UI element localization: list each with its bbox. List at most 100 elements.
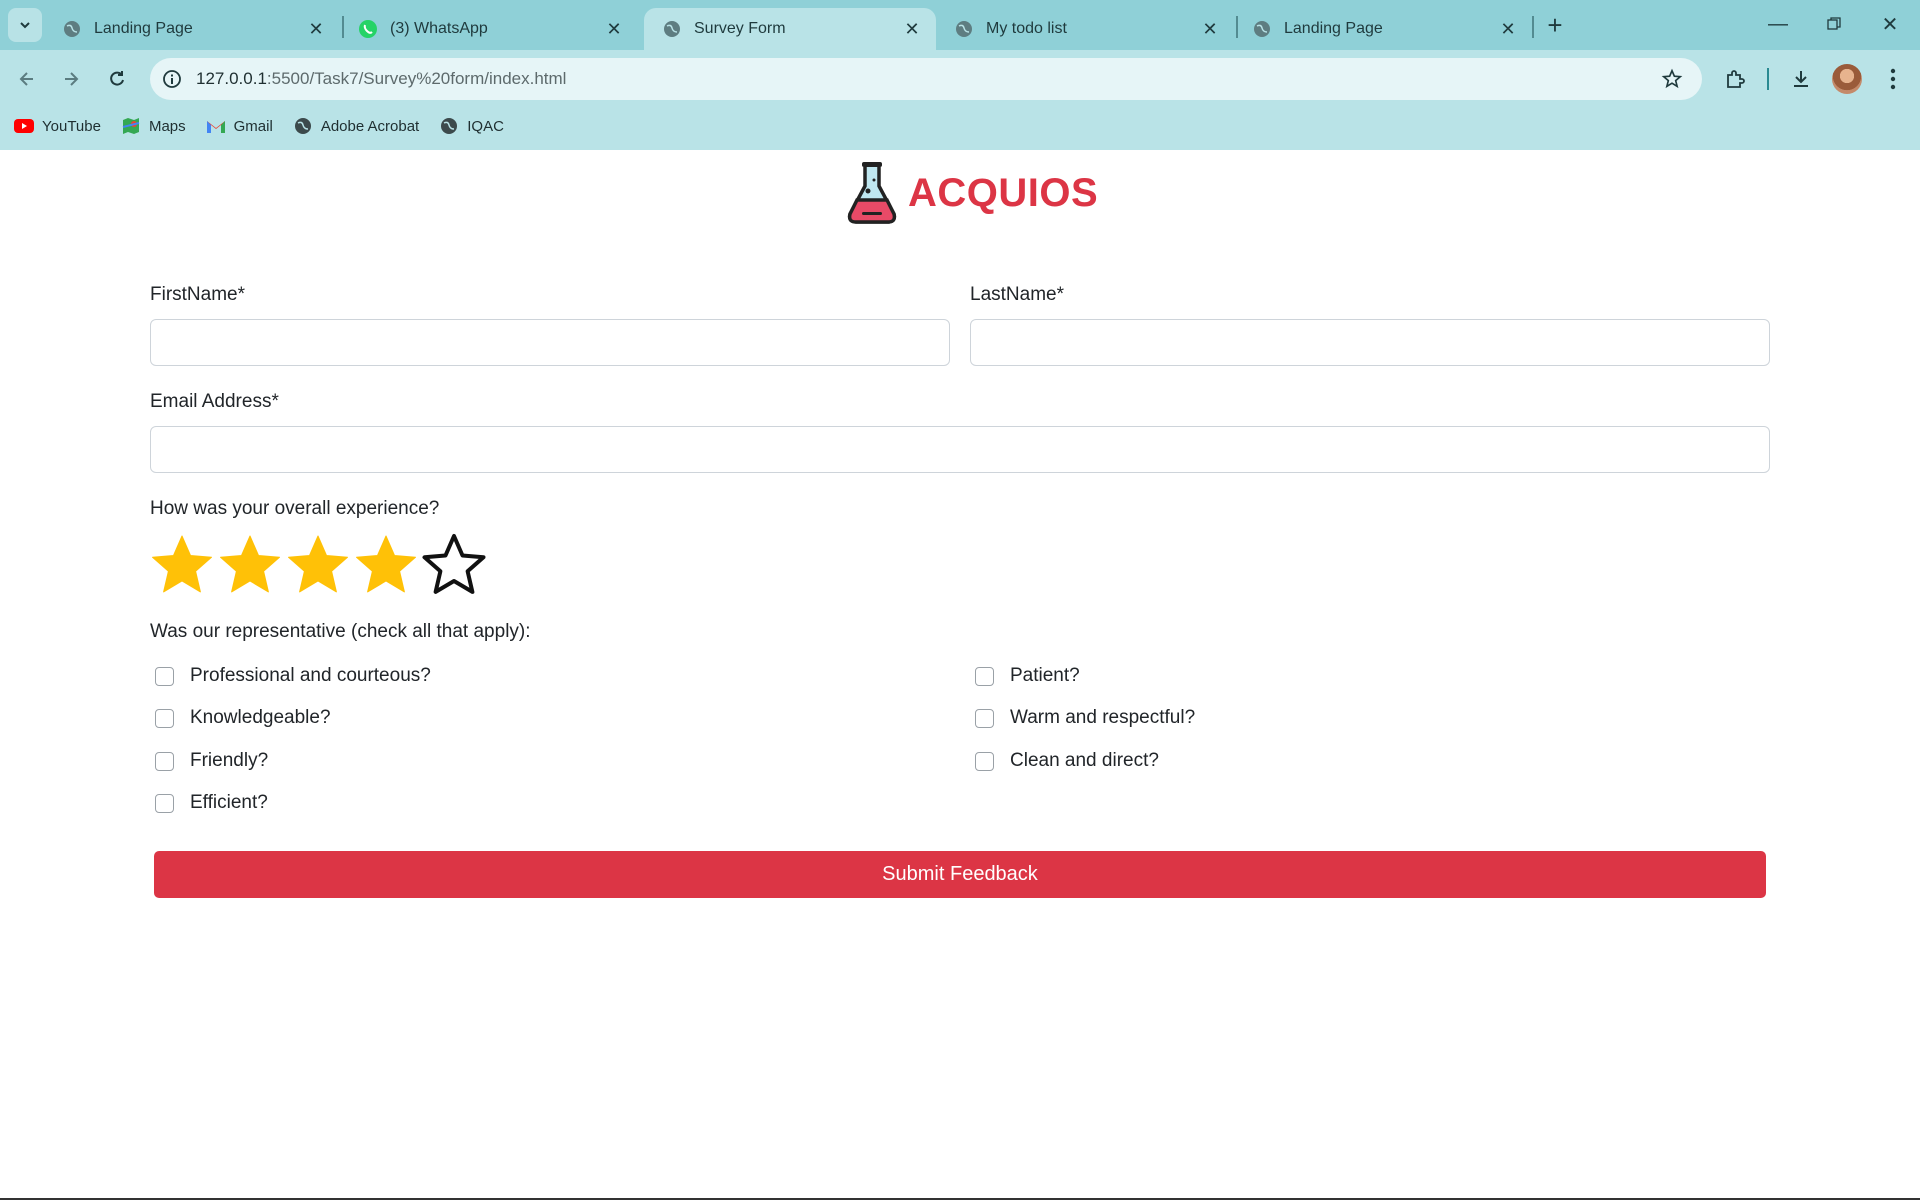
checkbox-patient[interactable]: Patient? bbox=[975, 665, 1080, 687]
new-tab-button[interactable]: + bbox=[1540, 10, 1570, 40]
brand-name: ACQUIOS bbox=[908, 170, 1099, 215]
checklist-question: Was our representative (check all that a… bbox=[150, 621, 531, 642]
tab-title: Landing Page bbox=[1284, 20, 1383, 37]
bookmarks-bar: YouTube Maps Gmail Adobe Acrobat IQAC bbox=[0, 112, 510, 140]
whatsapp-icon bbox=[358, 19, 378, 39]
tab-title: Survey Form bbox=[694, 20, 786, 37]
bookmark-label: Gmail bbox=[233, 117, 273, 135]
checkbox-label: Efficient? bbox=[190, 792, 268, 813]
globe-icon bbox=[439, 116, 459, 136]
checkbox[interactable] bbox=[155, 793, 174, 813]
tab-title: My todo list bbox=[986, 20, 1067, 37]
last-name-input[interactable] bbox=[970, 319, 1770, 366]
gmail-icon bbox=[206, 116, 226, 136]
checkbox-friendly[interactable]: Friendly? bbox=[155, 750, 268, 772]
plus-icon: + bbox=[1547, 9, 1563, 40]
bookmark-gmail[interactable]: Gmail bbox=[206, 116, 273, 136]
download-icon bbox=[1794, 71, 1808, 87]
star-filled-icon[interactable] bbox=[284, 532, 352, 598]
bookmark-label: Maps bbox=[148, 117, 186, 135]
tab-survey-form[interactable]: Survey Form ✕ bbox=[644, 8, 936, 50]
tab-whatsapp[interactable]: (3) WhatsApp ✕ bbox=[340, 8, 638, 50]
first-name-label: FirstName* bbox=[150, 284, 246, 305]
url-host: 127.0.0.1 bbox=[196, 69, 267, 88]
more-icon bbox=[1890, 68, 1896, 90]
close-icon[interactable]: ✕ bbox=[902, 19, 922, 39]
bookmark-youtube[interactable]: YouTube bbox=[14, 116, 101, 136]
checkbox-efficient[interactable]: Efficient? bbox=[155, 792, 268, 814]
extensions-button[interactable] bbox=[1720, 64, 1750, 94]
bookmark-label: Adobe Acrobat bbox=[320, 117, 420, 135]
bookmark-maps[interactable]: Maps bbox=[121, 116, 186, 136]
checkbox[interactable] bbox=[975, 666, 994, 686]
brand-header: ACQUIOS bbox=[846, 160, 1098, 226]
forward-button[interactable] bbox=[54, 62, 88, 96]
bookmark-star-icon[interactable] bbox=[1660, 67, 1684, 91]
checkbox-label: Knowledgeable? bbox=[190, 707, 331, 728]
checkbox-label: Clean and direct? bbox=[1010, 750, 1159, 771]
star-filled-icon[interactable] bbox=[216, 532, 284, 598]
minimize-button[interactable]: — bbox=[1758, 8, 1798, 40]
maps-icon bbox=[121, 116, 141, 136]
checkbox[interactable] bbox=[975, 751, 994, 771]
star-filled-icon[interactable] bbox=[148, 532, 216, 598]
star-filled-icon[interactable] bbox=[352, 532, 420, 598]
checkbox[interactable] bbox=[155, 751, 174, 771]
url-text[interactable]: 127.0.0.1:5500/Task7/Survey%20form/index… bbox=[196, 69, 566, 89]
star-empty-icon[interactable] bbox=[420, 532, 488, 598]
bookmark-label: YouTube bbox=[42, 117, 101, 135]
downloads-button[interactable] bbox=[1786, 64, 1816, 94]
checkbox-clean-direct[interactable]: Clean and direct? bbox=[975, 750, 1159, 772]
url-path: :5500/Task7/Survey%20form/index.html bbox=[266, 69, 567, 88]
checkbox-label: Warm and respectful? bbox=[1010, 707, 1196, 728]
close-icon: ✕ bbox=[1881, 13, 1899, 36]
checkbox[interactable] bbox=[975, 708, 994, 728]
site-info-icon[interactable] bbox=[160, 67, 184, 91]
restore-button[interactable] bbox=[1814, 8, 1854, 40]
bookmark-adobe-acrobat[interactable]: Adobe Acrobat bbox=[293, 116, 419, 136]
checkbox-knowledgeable[interactable]: Knowledgeable? bbox=[155, 707, 331, 729]
window-close-button[interactable]: ✕ bbox=[1870, 8, 1910, 40]
reload-icon bbox=[110, 71, 124, 86]
checkbox[interactable] bbox=[155, 708, 174, 728]
close-icon[interactable]: ✕ bbox=[1200, 19, 1220, 39]
tab-search-button[interactable] bbox=[8, 8, 42, 42]
toolbar-divider bbox=[1767, 68, 1769, 90]
first-name-input[interactable] bbox=[150, 319, 950, 366]
bookmark-label: IQAC bbox=[467, 117, 504, 135]
back-button[interactable] bbox=[10, 62, 44, 96]
close-icon[interactable]: ✕ bbox=[306, 19, 326, 39]
bookmark-iqac[interactable]: IQAC bbox=[439, 116, 504, 136]
email-input[interactable] bbox=[150, 426, 1770, 473]
checkbox-label: Patient? bbox=[1010, 665, 1080, 686]
tab-my-todo-list[interactable]: My todo list ✕ bbox=[936, 8, 1234, 50]
minimize-icon: — bbox=[1768, 12, 1788, 35]
address-bar[interactable]: 127.0.0.1:5500/Task7/Survey%20form/index… bbox=[150, 58, 1702, 100]
chevron-down-icon bbox=[20, 22, 30, 29]
flask-icon bbox=[847, 162, 897, 224]
checkbox-warm-respectful[interactable]: Warm and respectful? bbox=[975, 707, 1195, 729]
submit-feedback-button[interactable]: Submit Feedback bbox=[154, 851, 1766, 898]
tab-title: Landing Page bbox=[94, 20, 193, 37]
menu-button[interactable] bbox=[1878, 64, 1908, 94]
close-icon[interactable]: ✕ bbox=[604, 19, 624, 39]
globe-icon bbox=[662, 19, 682, 39]
survey-page: ACQUIOS FirstName* LastName* Email Addre… bbox=[0, 150, 1920, 1200]
close-icon[interactable]: ✕ bbox=[1498, 19, 1518, 39]
forward-icon bbox=[65, 72, 79, 86]
globe-icon bbox=[293, 116, 313, 136]
checkbox-professional[interactable]: Professional and courteous? bbox=[155, 665, 431, 687]
restore-icon bbox=[1827, 17, 1841, 30]
youtube-icon bbox=[14, 116, 34, 136]
tab-landing-page-2[interactable]: Landing Page ✕ bbox=[1234, 8, 1532, 50]
globe-icon bbox=[62, 19, 82, 39]
tab-divider bbox=[1532, 16, 1534, 38]
globe-icon bbox=[1252, 19, 1272, 39]
back-icon bbox=[19, 72, 33, 86]
star-rating[interactable] bbox=[148, 532, 488, 598]
reload-button[interactable] bbox=[100, 62, 134, 96]
checkbox[interactable] bbox=[155, 666, 174, 686]
profile-avatar[interactable] bbox=[1832, 64, 1862, 94]
tab-landing-page-1[interactable]: Landing Page ✕ bbox=[44, 8, 340, 50]
last-name-label: LastName* bbox=[970, 284, 1064, 305]
